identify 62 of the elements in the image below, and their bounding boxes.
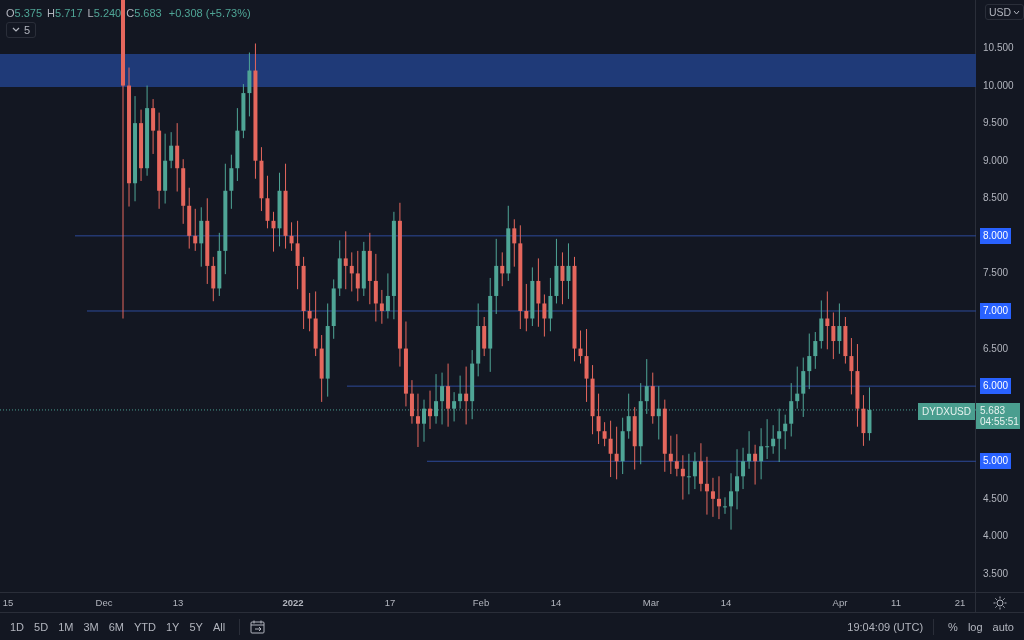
price-change: +0.308 (+5.73%)	[168, 7, 251, 19]
chevron-icon	[12, 27, 20, 33]
scale-option[interactable]: %	[944, 618, 962, 635]
calendar-icon[interactable]	[250, 619, 267, 634]
time-label: 11	[891, 597, 901, 608]
price-tick: 4.500	[982, 491, 1010, 506]
range-button[interactable]: 5Y	[185, 618, 207, 635]
price-tick: 9.500	[982, 116, 1010, 131]
settings-icon[interactable]	[993, 595, 1007, 610]
time-label: 13	[172, 597, 184, 608]
time-label: 21	[954, 597, 966, 608]
candle	[723, 496, 727, 515]
range-button[interactable]: 1D	[6, 618, 29, 635]
indicators-toggle[interactable]: 5	[6, 22, 37, 38]
price-level-tag: 6.000	[980, 378, 1012, 395]
range-button[interactable]: 1M	[54, 618, 78, 635]
clock: 19:04:09 (UTC)	[847, 620, 924, 633]
ohlc-value: 5.240	[93, 7, 122, 19]
symbol-tag: DYDXUSD	[918, 403, 975, 420]
last-price: 5.683	[980, 405, 1007, 416]
candle	[729, 472, 733, 531]
candle	[428, 390, 432, 430]
ohlc-label: H	[47, 7, 56, 19]
ohlc-value: 5.683	[134, 7, 162, 19]
price-level-tag: 5.000	[980, 453, 1012, 470]
range-button[interactable]: 1Y	[161, 618, 184, 635]
range-button[interactable]: All	[208, 618, 230, 635]
time-label: Apr	[832, 597, 848, 608]
caret-icon	[1013, 9, 1021, 15]
time-label: 14	[550, 597, 562, 608]
price-tick: 7.500	[982, 266, 1010, 281]
range-button[interactable]: 6M	[104, 618, 128, 635]
candle	[717, 475, 721, 520]
range-button[interactable]: 5D	[30, 618, 53, 635]
price-level-tag: 7.000	[980, 303, 1012, 319]
range-button[interactable]: YTD	[129, 618, 160, 635]
currency-dropdown[interactable]: USD	[985, 4, 1024, 20]
price-tick: 3.500	[982, 566, 1010, 581]
ohlc-value: 5.717	[55, 7, 83, 19]
time-label: 17	[384, 597, 396, 608]
candle	[422, 399, 426, 443]
ohlc-label: O	[6, 7, 15, 19]
time-label: Feb	[472, 597, 490, 608]
time-label: 14	[720, 597, 732, 608]
scale-option[interactable]: log	[963, 618, 987, 635]
time-label: Mar	[642, 597, 660, 608]
price-tick: 6.500	[982, 341, 1010, 356]
range-button[interactable]: 3M	[79, 618, 103, 635]
ohlc-label: L	[87, 7, 94, 19]
time-label: 2022	[282, 597, 304, 608]
time-label: 15	[2, 597, 14, 608]
price-tick: 8.500	[982, 191, 1010, 206]
ohlc-value: 5.375	[14, 7, 43, 19]
ohlc-label: C	[126, 7, 135, 19]
price-tick: 10.000	[982, 78, 1015, 93]
price-tick: 9.000	[982, 153, 1010, 168]
time-label: Dec	[95, 597, 113, 608]
price-tick: 10.500	[982, 41, 1015, 55]
candle	[416, 393, 420, 448]
price-level-tag: 8.000	[980, 227, 1012, 244]
scale-option[interactable]: auto	[988, 618, 1018, 635]
price-tick: 4.000	[982, 529, 1010, 544]
